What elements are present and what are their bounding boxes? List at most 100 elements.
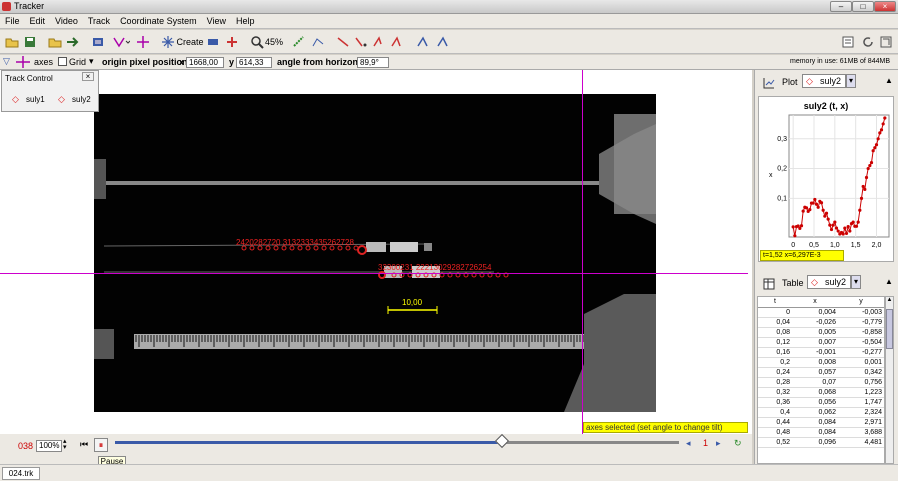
track-suly2-button[interactable]: suly2 [72, 95, 91, 104]
table-cell-y[interactable]: 1,747 [837, 397, 884, 408]
menu-edit[interactable]: Edit [25, 14, 51, 28]
plot-data-point[interactable] [846, 224, 850, 229]
table-cell-t[interactable]: 0,24 [758, 367, 792, 378]
plot-data-point[interactable] [883, 116, 887, 120]
plot-data-point[interactable] [841, 232, 845, 236]
table-tab-label[interactable]: Table [782, 278, 804, 288]
plot-data-point[interactable] [834, 226, 839, 230]
plot-data-point[interactable] [848, 229, 852, 233]
plot-panel[interactable]: suly2 (t, x) x 0 0,5 1,0 1,5 2,0 0,1 0,2 0,3 t=… [758, 96, 894, 262]
axes-label[interactable]: axes [34, 57, 53, 67]
table-scrollbar[interactable]: ▲ [885, 296, 894, 464]
table-header-y[interactable]: y [837, 297, 884, 308]
plot-data-point[interactable] [816, 205, 820, 209]
playback-thumb[interactable] [494, 433, 510, 449]
table-row[interactable]: 0,44 0,084 2,971 [758, 417, 884, 428]
menu-video[interactable]: Video [50, 14, 83, 28]
plot-data-point[interactable] [793, 234, 797, 238]
table-cell-t[interactable]: 0,4 [758, 407, 792, 418]
step-back-frame-icon[interactable]: ◂ [686, 438, 691, 449]
table-cell-y[interactable]: -0,779 [837, 317, 884, 328]
table-cell-x[interactable]: 0,096 [791, 437, 838, 448]
table-cell-t[interactable]: 0,12 [758, 337, 792, 348]
plot-data-point[interactable] [859, 196, 864, 200]
table-header-t[interactable]: t [758, 297, 792, 308]
plot-track-dropdown-icon[interactable]: ▾ [846, 74, 856, 88]
menu-file[interactable]: File [0, 14, 25, 28]
table-row[interactable]: 0,16 -0,001 -0,277 [758, 347, 884, 358]
plot-track-select[interactable]: ◇ suly2 [802, 74, 846, 88]
plot-data-point[interactable] [808, 208, 812, 212]
menu-coordinate-system[interactable]: Coordinate System [115, 14, 202, 28]
plot-data-point[interactable] [821, 208, 825, 212]
plot-data-point[interactable] [874, 143, 879, 147]
loop-icon[interactable]: ↻ [734, 438, 742, 449]
plot-data-point[interactable] [828, 223, 832, 227]
table-row[interactable]: 0,2 0,008 0,001 [758, 357, 884, 368]
table-cell-x[interactable]: 0,004 [791, 307, 838, 318]
table-cell-y[interactable]: -0,003 [837, 307, 884, 318]
table-cell-y[interactable]: -0,504 [837, 337, 884, 348]
x-axis-line[interactable] [0, 273, 748, 274]
plot-data-point[interactable] [854, 224, 859, 228]
axes-cross-icon[interactable] [16, 56, 30, 68]
plot-data-point[interactable] [869, 161, 874, 165]
scroll-up-icon[interactable]: ▲ [886, 297, 893, 306]
table-cell-t[interactable]: 0,16 [758, 347, 792, 358]
open-video-icon[interactable] [48, 36, 62, 48]
grid-dropdown-icon[interactable]: ▾ [89, 56, 94, 67]
plot-data-point[interactable] [861, 184, 865, 189]
labels-icon[interactable] [311, 36, 325, 48]
plot-data-point[interactable] [811, 201, 815, 205]
table-row[interactable]: 0,12 0,007 -0,504 [758, 337, 884, 348]
table-row[interactable]: 0 0,004 -0,003 [758, 307, 884, 318]
axes-tool-icon[interactable] [112, 36, 130, 48]
plot-data-point[interactable] [863, 187, 867, 191]
table-cell-y[interactable]: 0,342 [837, 367, 884, 378]
plot-data-point[interactable] [813, 197, 817, 202]
step-size-icon[interactable]: 1 [703, 438, 708, 448]
table-cell-x[interactable]: 0,07 [791, 377, 838, 388]
table-cell-x[interactable]: -0,026 [791, 317, 838, 328]
track-control-close-icon[interactable]: × [82, 72, 94, 81]
track-suly1-button[interactable]: suly1 [26, 95, 45, 104]
menu-track[interactable]: Track [83, 14, 115, 28]
axes-dropdown-icon[interactable]: ▽ [3, 56, 10, 67]
autotracker-icon[interactable] [225, 36, 239, 48]
vector-sum-icon[interactable] [416, 36, 430, 48]
plot-data-point[interactable] [844, 231, 849, 236]
position-vector-icon[interactable] [336, 36, 350, 48]
plot-data-point[interactable] [856, 220, 860, 224]
table-cell-x[interactable]: 0,062 [791, 407, 838, 418]
minimize-icon[interactable]: – [830, 1, 852, 12]
maximize-icon[interactable]: □ [852, 1, 874, 12]
clip-settings-icon[interactable] [92, 36, 104, 48]
plot-data-point[interactable] [881, 122, 885, 126]
table-cell-x[interactable]: 0,005 [791, 327, 838, 338]
create-track-icon[interactable] [162, 36, 174, 48]
table-cell-y[interactable]: 4,481 [837, 437, 884, 448]
plot-data-point[interactable] [833, 220, 837, 224]
table-row[interactable]: 0,04 -0,026 -0,779 [758, 317, 884, 328]
step-forward-frame-icon[interactable]: ▸ [716, 438, 721, 449]
table-cell-t[interactable]: 0,08 [758, 327, 792, 338]
plot-data-point[interactable] [824, 211, 829, 215]
plot-data-point[interactable] [878, 131, 882, 135]
calibration-tool-icon[interactable] [136, 35, 150, 49]
table-collapse-icon[interactable]: ▲ [885, 277, 893, 286]
table-cell-y[interactable]: 2,971 [837, 417, 884, 428]
table-cell-x[interactable]: 0,068 [791, 387, 838, 398]
table-cell-y[interactable]: -0,858 [837, 327, 884, 338]
fullscreen-icon[interactable] [880, 36, 892, 48]
frame-number[interactable]: 038 [18, 441, 33, 451]
plot-data-point[interactable] [831, 223, 835, 227]
video-filter-icon[interactable] [66, 36, 80, 48]
table-cell-t[interactable]: 0,2 [758, 357, 792, 368]
open-folder-icon[interactable] [5, 36, 19, 48]
table-cell-x[interactable]: -0,001 [791, 347, 838, 358]
plot-collapse-icon[interactable]: ▲ [885, 76, 893, 85]
table-cell-y[interactable]: 3,688 [837, 427, 884, 438]
tracks-menu-icon[interactable] [207, 36, 219, 48]
plot-data-point[interactable] [866, 166, 870, 171]
plot-data-point[interactable] [858, 208, 862, 212]
